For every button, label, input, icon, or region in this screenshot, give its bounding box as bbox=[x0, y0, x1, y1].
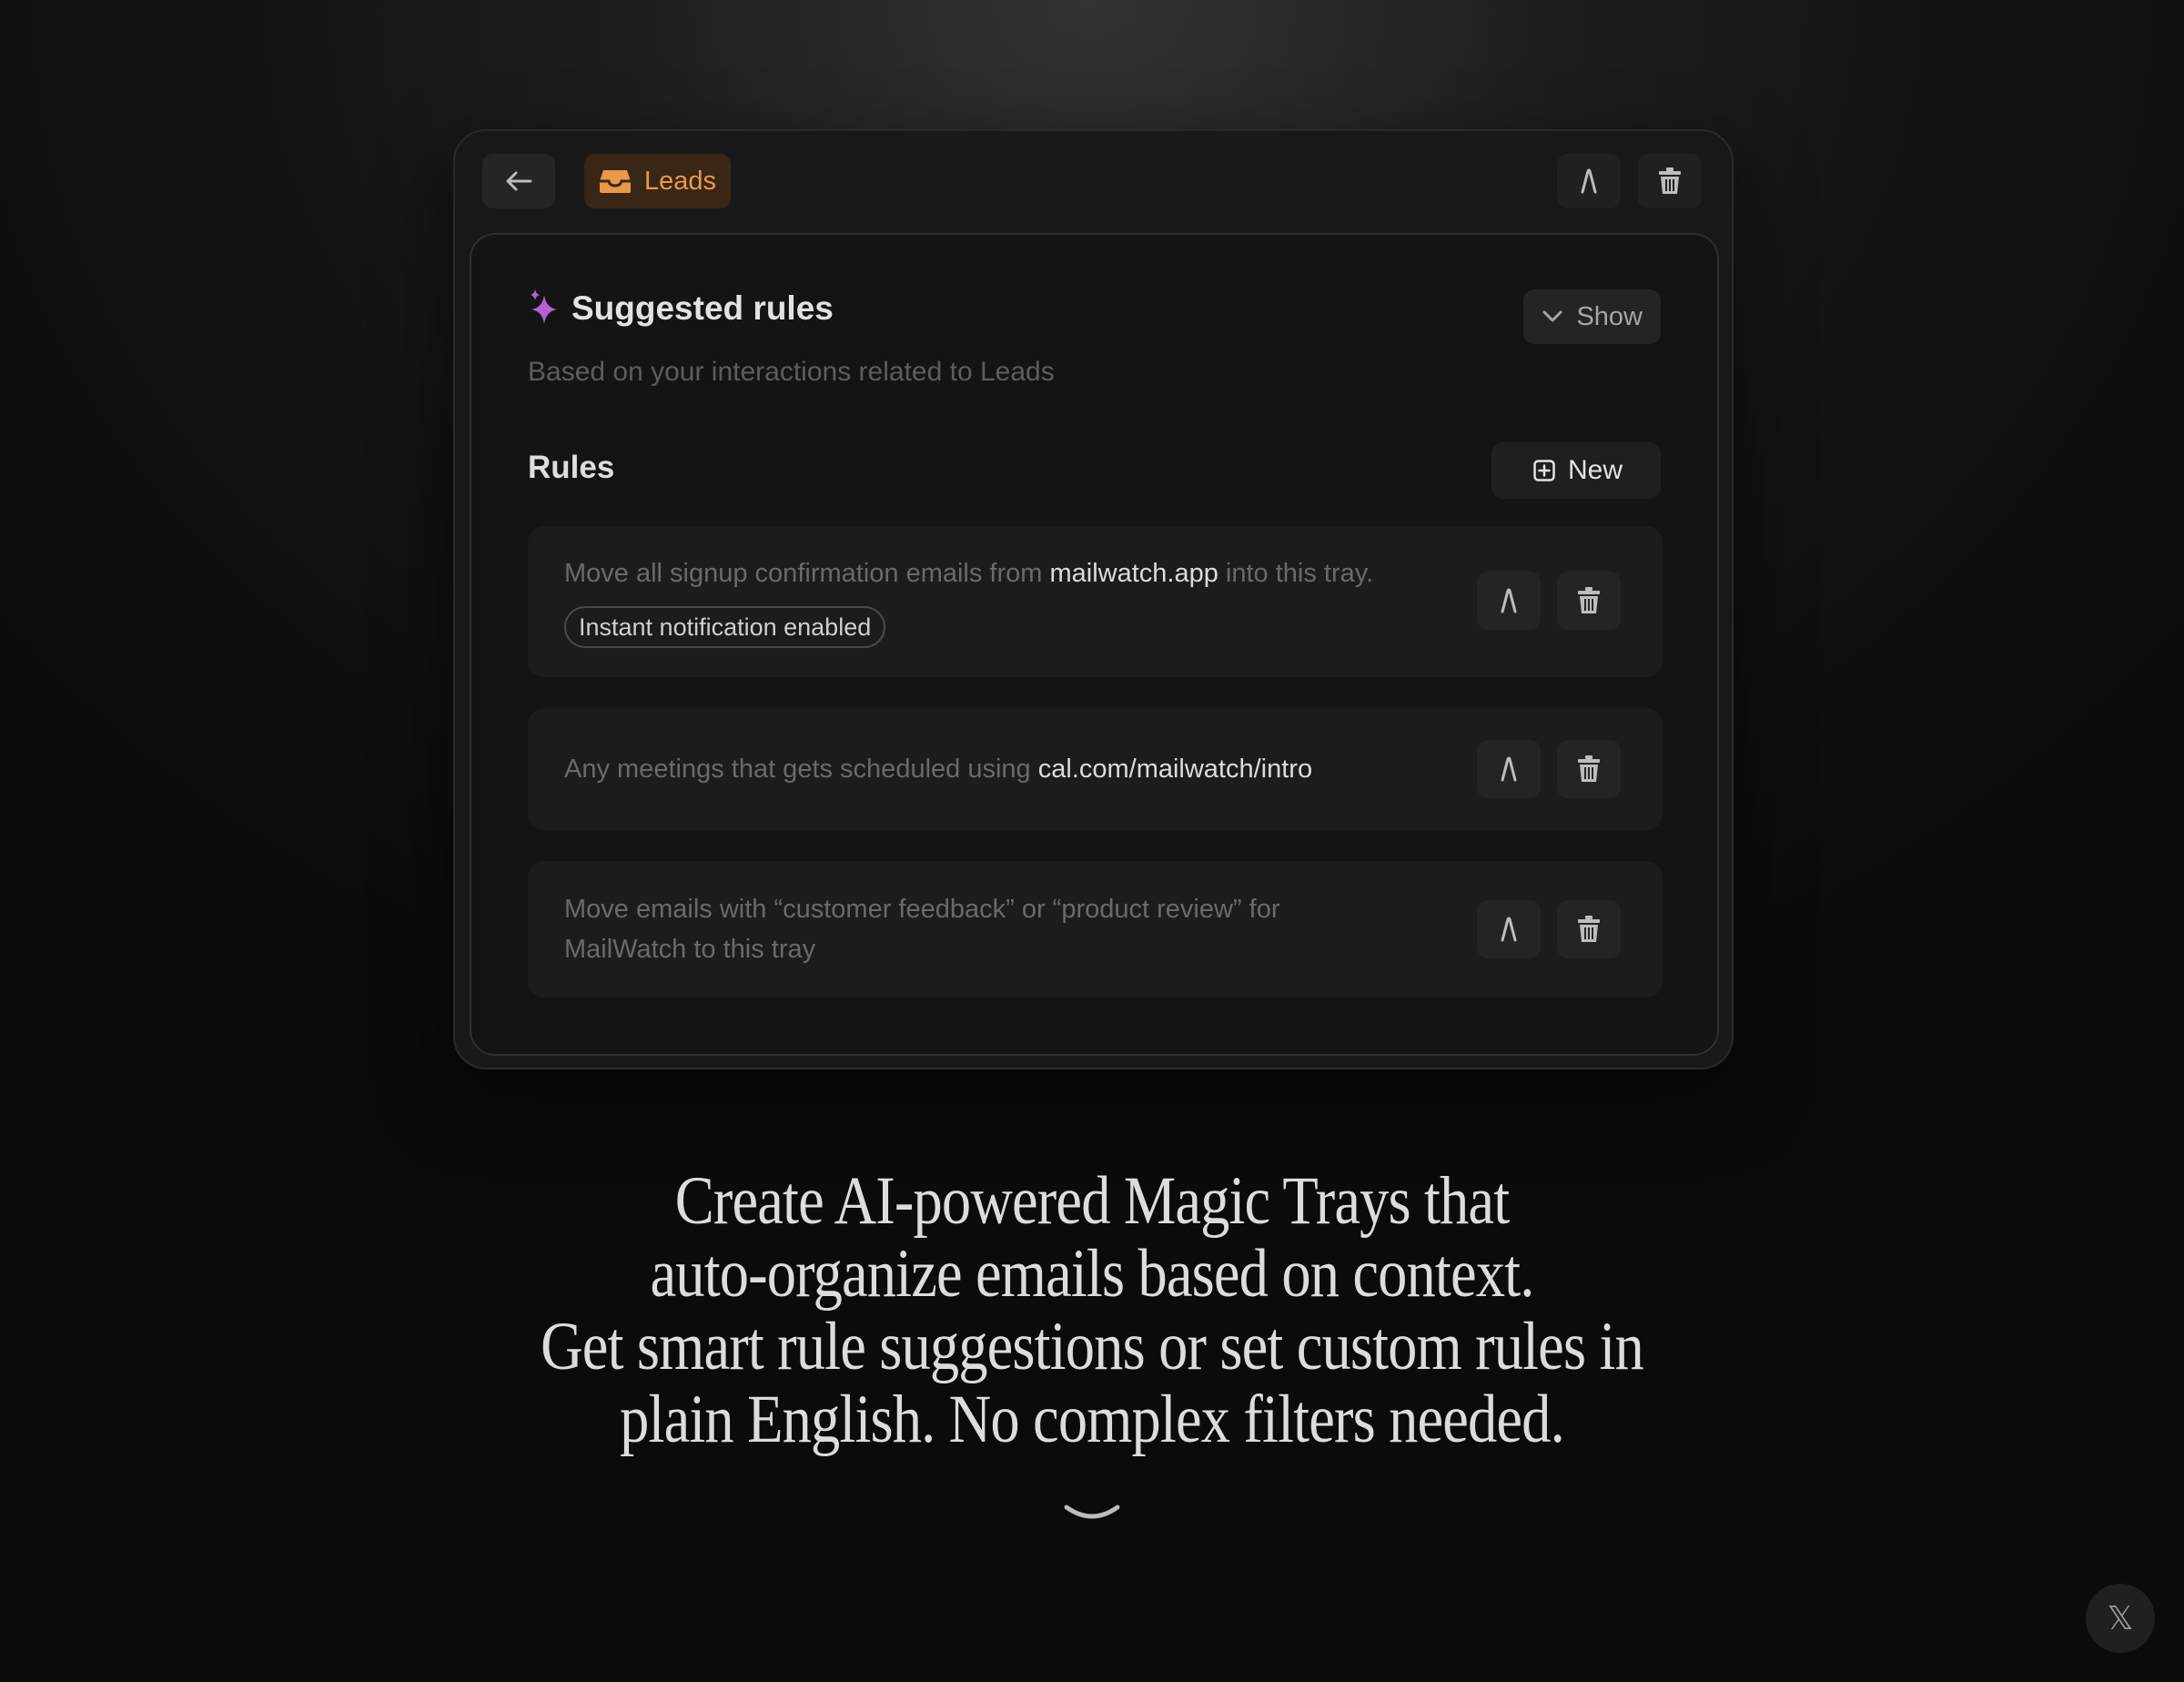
edit-tray-button[interactable] bbox=[1557, 154, 1621, 208]
rule-item: Any meetings that gets scheduled using c… bbox=[528, 708, 1663, 830]
pen-nib-icon bbox=[1501, 917, 1517, 942]
rule-text-pre: Any meetings that gets scheduled using bbox=[564, 755, 1038, 784]
delete-rule-button[interactable] bbox=[1557, 900, 1621, 958]
rule-text-line: MailWatch to this tray bbox=[564, 935, 816, 964]
notification-badge: Instant notification enabled bbox=[564, 606, 886, 648]
headline-line: auto-organize emails based on context. bbox=[650, 1236, 1535, 1312]
pen-nib-icon bbox=[1501, 756, 1517, 782]
rule-item: Move all signup confirmation emails from… bbox=[528, 526, 1663, 677]
tray-chip[interactable]: Leads bbox=[584, 154, 732, 208]
rule-text: Any meetings that gets scheduled using c… bbox=[564, 749, 1312, 789]
rule-text: Move all signup confirmation emails from… bbox=[564, 553, 1373, 593]
x-social-button[interactable]: 𝕏 bbox=[2086, 1584, 2155, 1653]
show-label: Show bbox=[1576, 301, 1643, 331]
trash-icon bbox=[1659, 167, 1681, 194]
rule-text: Move emails with “customer feedback” or … bbox=[564, 889, 1279, 969]
suggested-rules-title: Suggested rules bbox=[571, 289, 834, 327]
toolbar: Leads bbox=[455, 131, 1732, 231]
suggested-rules-heading: Suggested rules bbox=[528, 289, 834, 328]
new-rule-button[interactable]: New bbox=[1491, 442, 1661, 499]
pen-nib-icon bbox=[1501, 588, 1517, 613]
edit-rule-button[interactable] bbox=[1477, 900, 1541, 958]
x-logo-icon: 𝕏 bbox=[2107, 1599, 2134, 1636]
scroll-down-chevron-icon[interactable] bbox=[1063, 1502, 1121, 1528]
trash-icon bbox=[1578, 587, 1600, 613]
tray-settings-card: Suggested rules Based on your interactio… bbox=[470, 233, 1719, 1056]
edit-rule-button[interactable] bbox=[1477, 740, 1541, 798]
edit-rule-button[interactable] bbox=[1477, 572, 1541, 630]
rule-text-highlight: cal.com/mailwatch/intro bbox=[1037, 755, 1313, 784]
headline-line: Create AI-powered Magic Trays that bbox=[674, 1163, 1510, 1239]
arrow-left-icon bbox=[506, 171, 532, 191]
suggested-rules-subtitle: Based on your interactions related to Le… bbox=[528, 357, 1055, 387]
pen-nib-icon bbox=[1581, 168, 1597, 194]
show-suggestions-button[interactable]: Show bbox=[1523, 289, 1661, 344]
delete-rule-button[interactable] bbox=[1557, 572, 1621, 630]
trash-icon bbox=[1578, 916, 1600, 942]
app-window: Leads Suggested rules Based on your inte… bbox=[453, 129, 1734, 1069]
back-button[interactable] bbox=[482, 154, 555, 208]
rules-heading: Rules bbox=[528, 450, 615, 485]
chevron-down-icon bbox=[1542, 310, 1562, 322]
headline-line: plain English. No complex filters needed… bbox=[620, 1382, 1565, 1457]
inbox-tray-icon bbox=[600, 170, 631, 193]
rule-text-pre: Move all signup confirmation emails from bbox=[564, 559, 1050, 588]
sparkle-icon bbox=[531, 289, 557, 324]
rule-text-line: Move emails with “customer feedback” or … bbox=[564, 895, 1280, 924]
delete-rule-button[interactable] bbox=[1557, 740, 1621, 798]
rule-text-post: into this tray. bbox=[1218, 559, 1374, 588]
marketing-headline: Create AI-powered Magic Trays that auto-… bbox=[388, 1165, 1796, 1456]
headline-line: Get smart rule suggestions or set custom… bbox=[541, 1309, 1644, 1384]
trash-icon bbox=[1578, 755, 1600, 782]
delete-tray-button[interactable] bbox=[1638, 154, 1702, 208]
plus-square-icon bbox=[1533, 460, 1555, 481]
rule-item: Move emails with “customer feedback” or … bbox=[528, 861, 1663, 998]
new-label: New bbox=[1567, 455, 1623, 485]
rule-text-highlight: mailwatch.app bbox=[1049, 559, 1218, 588]
tray-name: Leads bbox=[644, 166, 717, 196]
